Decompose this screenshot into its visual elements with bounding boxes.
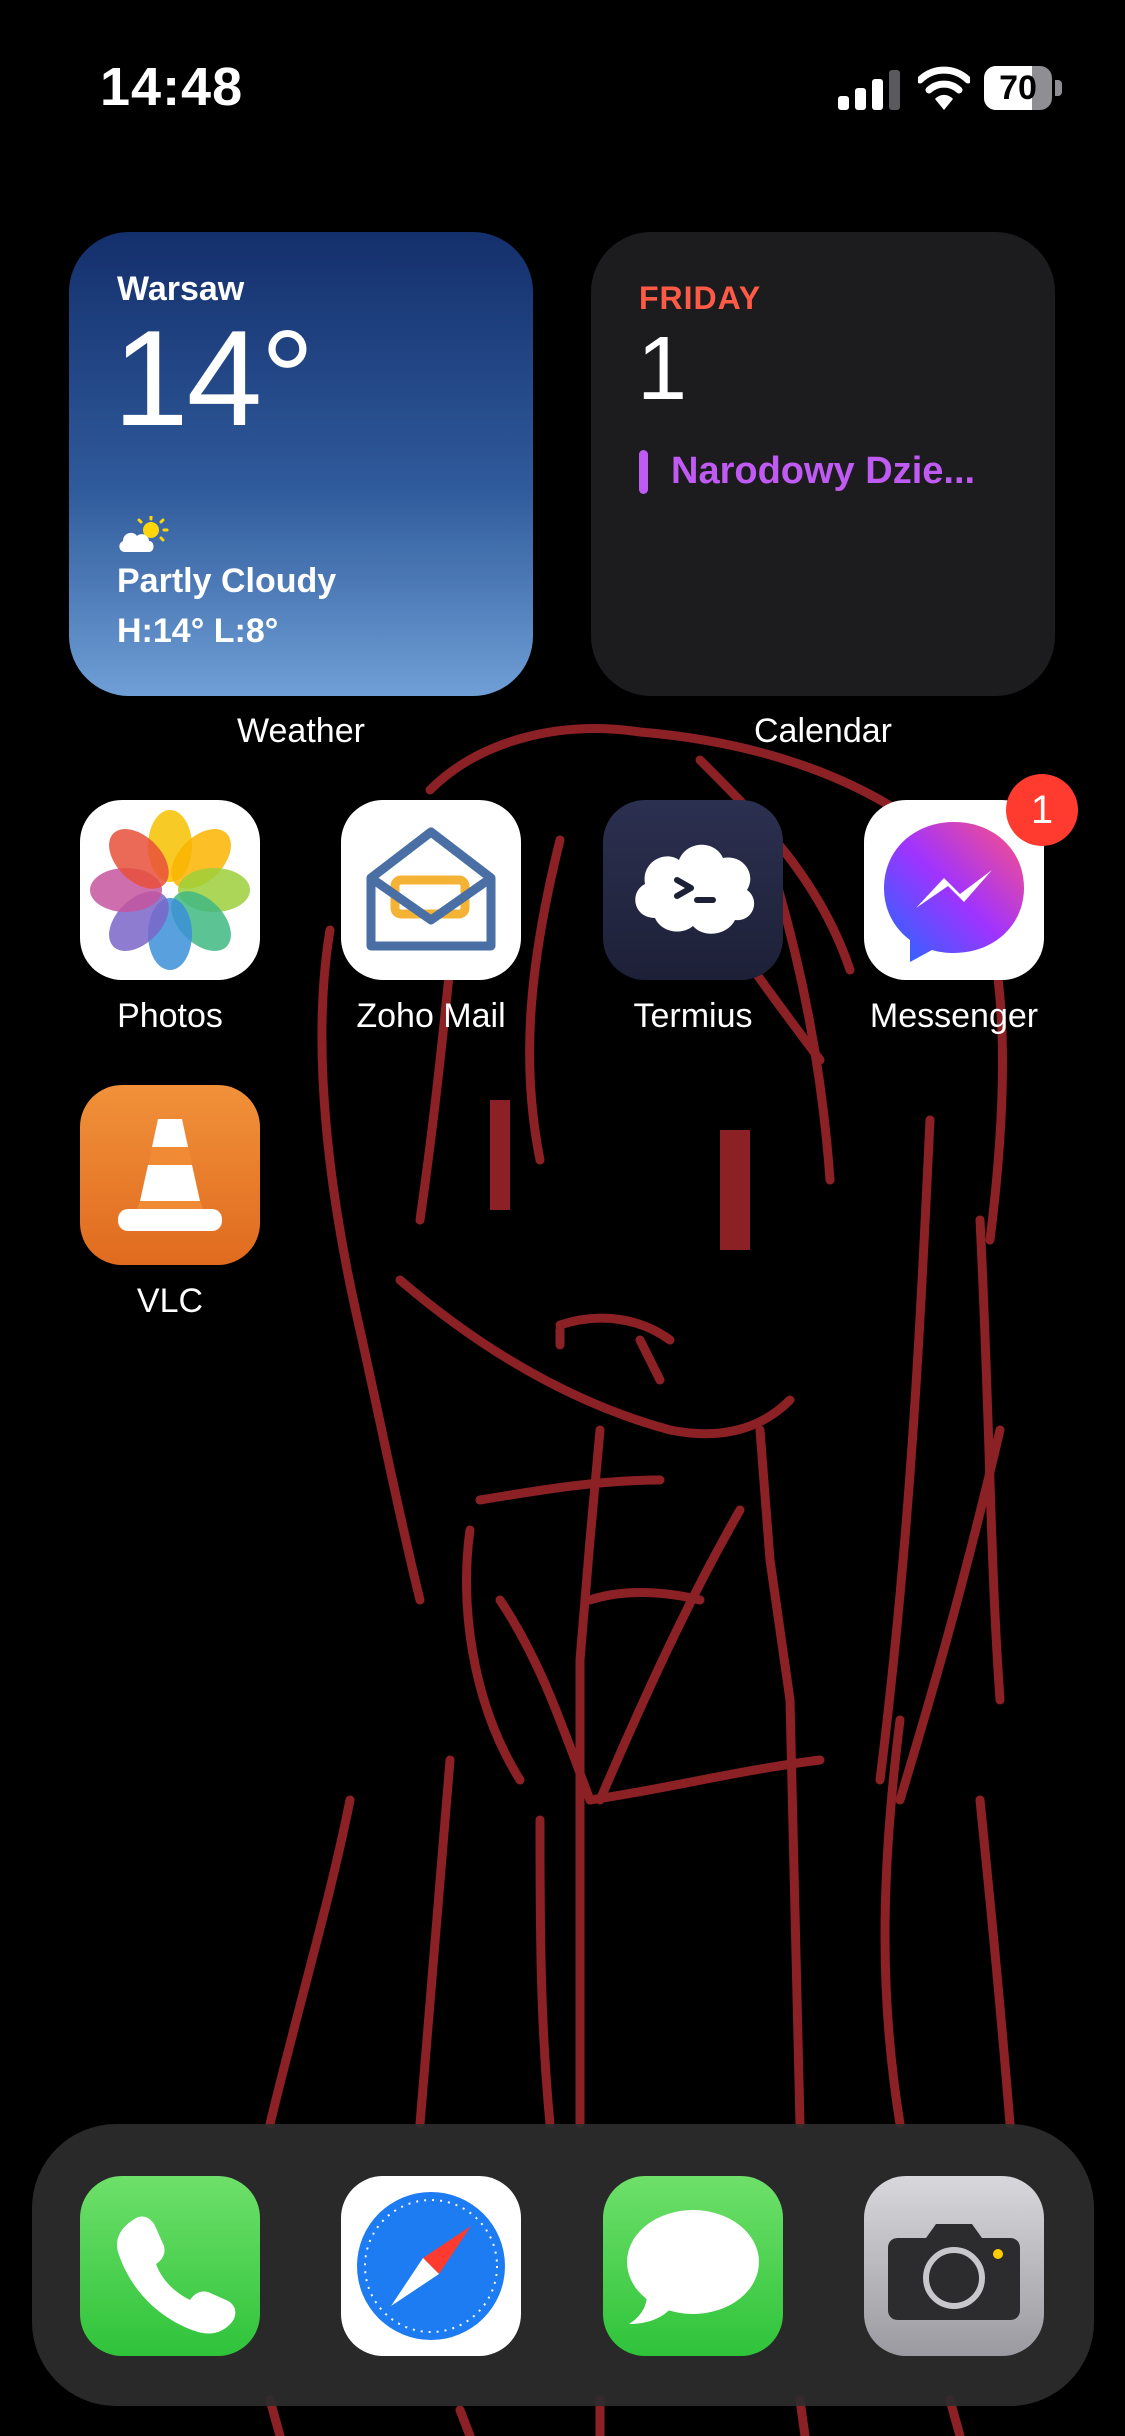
app-label-termius: Termius xyxy=(633,997,753,1035)
battery-indicator: 70 xyxy=(984,66,1066,112)
zoho-mail-icon xyxy=(366,827,496,951)
notification-badge: 1 xyxy=(1006,774,1078,846)
battery-cap xyxy=(1055,80,1062,96)
app-label-zoho-mail: Zoho Mail xyxy=(356,997,506,1035)
photos-icon xyxy=(90,810,250,970)
app-vlc[interactable] xyxy=(80,1085,260,1265)
weather-widget[interactable]: Warsaw 14° Partly Cloudy H:14° L:8° xyxy=(69,232,533,696)
calendar-widget[interactable]: FRIDAY 1 Narodowy Dzie... xyxy=(591,232,1055,696)
dock xyxy=(32,2124,1094,2406)
calendar-event-title: Narodowy Dzie... xyxy=(671,450,976,492)
wifi-icon xyxy=(918,66,970,110)
weather-widget-label: Weather xyxy=(237,712,365,750)
app-label-photos: Photos xyxy=(117,997,223,1035)
safari-icon xyxy=(357,2192,505,2340)
partly-cloudy-icon xyxy=(119,516,169,552)
dock-safari[interactable] xyxy=(341,2176,521,2356)
battery-body: 70 xyxy=(984,66,1052,110)
app-label-vlc: VLC xyxy=(136,1282,204,1320)
calendar-weekday: FRIDAY xyxy=(639,280,762,316)
phone-icon xyxy=(116,2216,236,2334)
status-bar: 14:48 70 xyxy=(0,0,1125,170)
calendar-widget-label: Calendar xyxy=(754,712,892,750)
termius-icon xyxy=(635,844,755,934)
dock-messages[interactable] xyxy=(603,2176,783,2356)
calendar-date: 1 xyxy=(637,319,688,419)
weather-temperature: 14° xyxy=(113,302,315,454)
clock-time: 14:48 xyxy=(100,57,244,117)
dock-camera[interactable] xyxy=(864,2176,1044,2356)
weather-condition: Partly Cloudy xyxy=(117,562,337,600)
messages-icon xyxy=(627,2210,759,2324)
app-zoho-mail[interactable] xyxy=(341,800,521,980)
calendar-event[interactable]: Narodowy Dzie... xyxy=(639,444,1019,498)
weather-high-low: H:14° L:8° xyxy=(117,612,279,650)
app-termius[interactable] xyxy=(603,800,783,980)
cellular-signal-icon xyxy=(838,70,900,110)
vlc-icon xyxy=(118,1119,222,1231)
event-color-bar xyxy=(639,450,648,494)
dock-phone[interactable] xyxy=(80,2176,260,2356)
app-label-messenger: Messenger xyxy=(869,997,1039,1035)
battery-percent: 70 xyxy=(999,69,1037,107)
app-photos[interactable] xyxy=(80,800,260,980)
camera-icon xyxy=(888,2224,1020,2320)
